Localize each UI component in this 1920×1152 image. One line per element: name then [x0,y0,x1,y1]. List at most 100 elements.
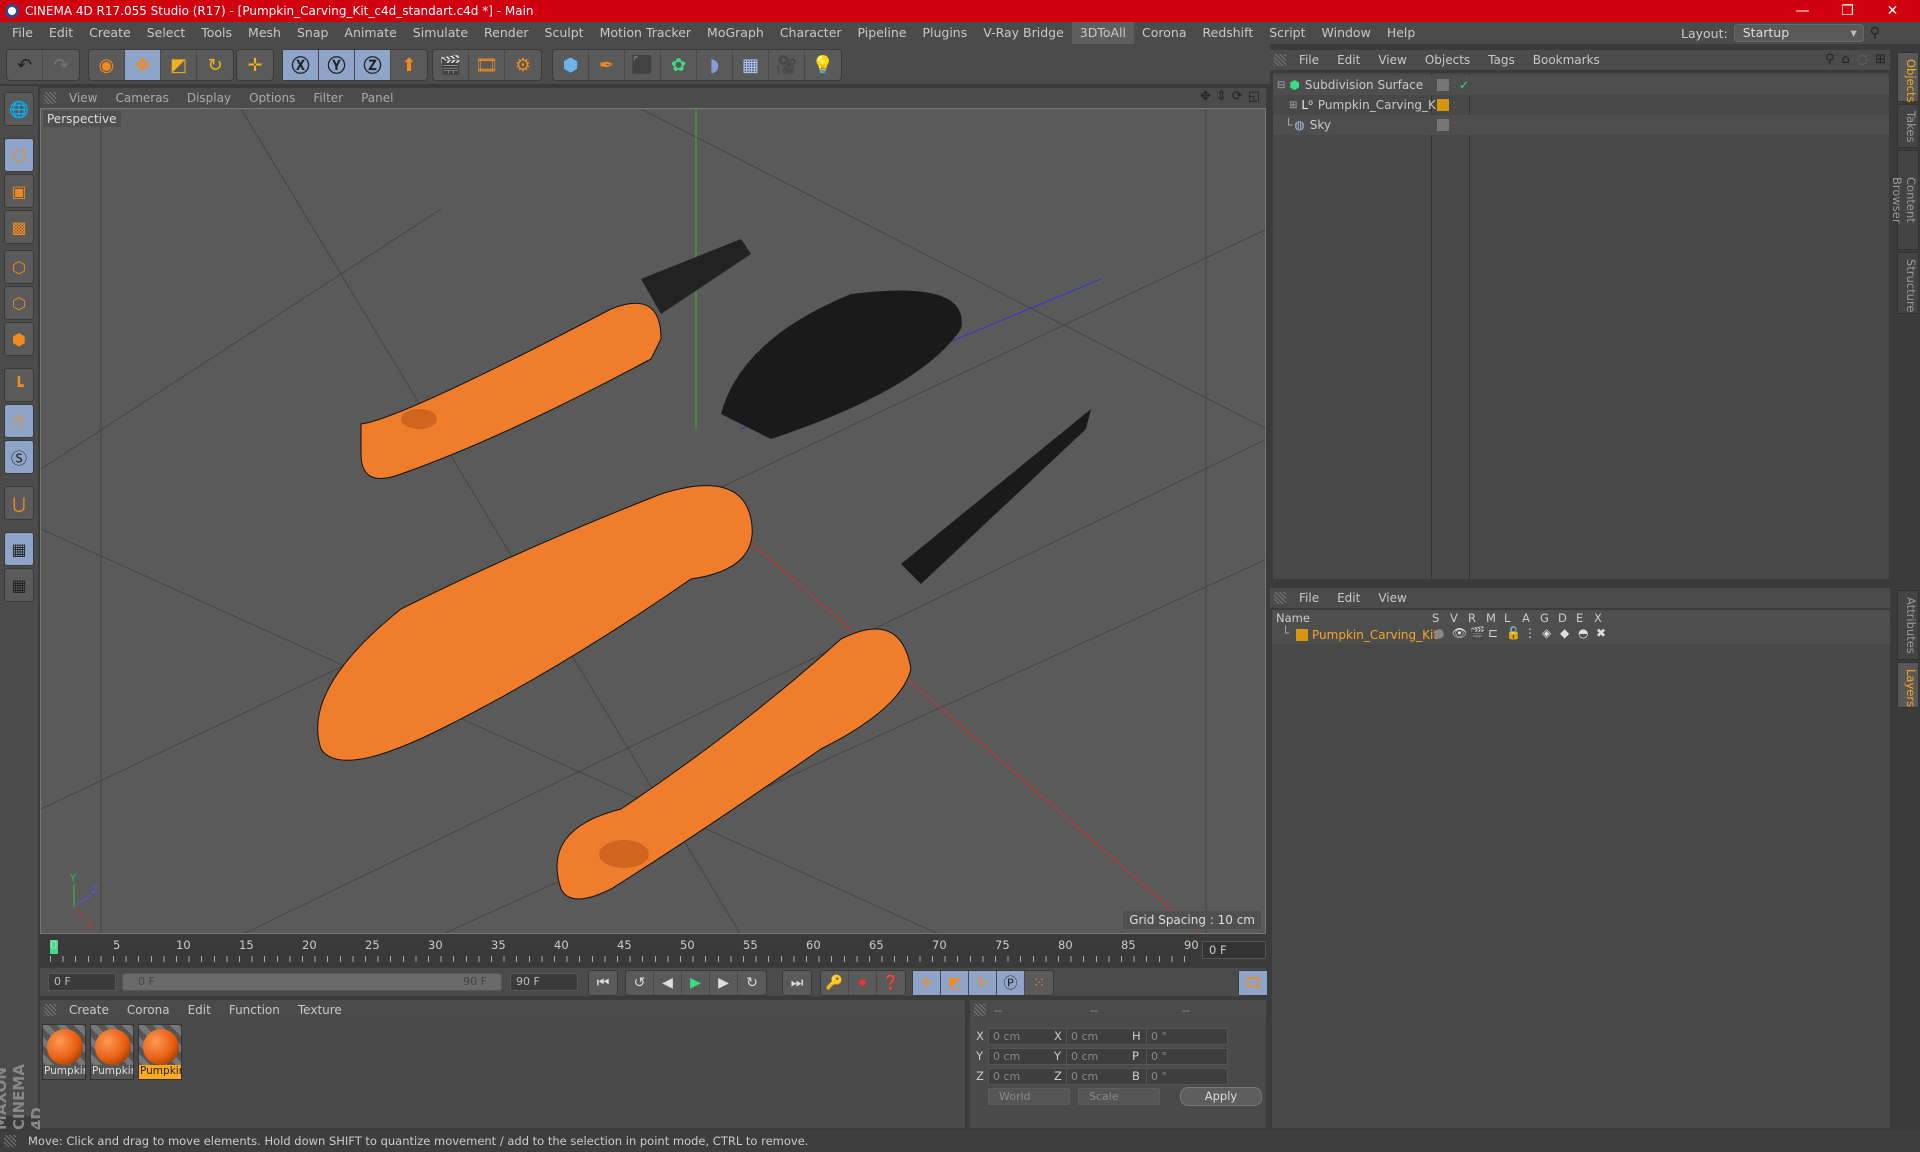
workplane-mode-icon[interactable]: ▩ [4,210,34,244]
render-view-icon[interactable]: 🎬 [433,50,469,80]
menu-redshift[interactable]: Redshift [1195,22,1262,44]
live-move-icon[interactable]: ✛ [237,50,273,80]
layer-menu-view[interactable]: View [1369,591,1415,605]
goto-prev-key-icon[interactable]: ↺ [626,971,654,995]
close-button[interactable]: ✕ [1870,0,1915,22]
layout-dropdown[interactable]: Startup [1733,24,1864,42]
manager-icon[interactable]: ⊏ [1488,626,1498,640]
step-forward-icon[interactable]: ▶ [710,971,738,995]
visibility-dots-icon[interactable]: ⁚ [1453,81,1456,90]
home-icon[interactable]: ⌂ [1841,52,1849,67]
panel-grip-icon[interactable] [1274,592,1286,604]
lock-icon[interactable]: 🔓 [1506,626,1521,640]
layer-column-s[interactable]: S [1432,611,1439,625]
menu-motion-tracker[interactable]: Motion Tracker [592,22,699,44]
layer-column-v[interactable]: V [1450,611,1458,625]
move-tool-icon[interactable]: ✥ [125,50,161,80]
visibility-dots-icon[interactable]: ⁚ [1453,101,1456,110]
menu-window[interactable]: Window [1314,22,1379,44]
menu-pipeline[interactable]: Pipeline [850,22,915,44]
pan-icon[interactable]: ✥ [1200,89,1211,104]
play-icon[interactable]: ▶ [682,971,710,995]
dolly-icon[interactable]: ⇕ [1216,89,1227,104]
menu-mesh[interactable]: Mesh [240,22,289,44]
render-icon[interactable]: 🎬 [1470,626,1485,640]
layer-menu-edit[interactable]: Edit [1328,591,1369,605]
material-menu-texture[interactable]: Texture [289,1003,351,1017]
camera-icon[interactable]: 🎥 [769,50,805,80]
layer-row[interactable]: └ Pumpkin_Carving_Kit ● 👁 🎬 ⊏ 🔓 ⋮ ◈ ◆ ◓ … [1272,626,1890,644]
layer-column-e[interactable]: E [1576,611,1583,625]
apply-button[interactable]: Apply [1180,1087,1262,1106]
viewport-menu-panel[interactable]: Panel [352,91,402,105]
key-position-icon[interactable]: ✛ [913,971,941,995]
model-mode-icon[interactable]: ⬡ [4,138,34,172]
search-icon[interactable]: ⚲ [1870,25,1880,41]
coord-system-icon[interactable]: ⬆ [391,50,427,80]
select-tool-icon[interactable]: ◉ [89,50,125,80]
render-picture-viewer-icon[interactable]: 🎞 [469,50,505,80]
material-menu-create[interactable]: Create [60,1003,118,1017]
eye-icon[interactable]: ◌ [1857,52,1868,67]
layer-column-l[interactable]: L [1504,611,1510,625]
key-scale-icon[interactable]: ◩ [941,971,969,995]
tab-objects[interactable]: Objects [1897,52,1919,102]
visible-icon[interactable]: 👁 [1452,626,1467,640]
layer-column-d[interactable]: D [1558,611,1567,625]
x-axis-lock-icon[interactable]: Ⓧ [283,50,319,80]
edges-mode-icon[interactable]: ⬡ [4,286,34,320]
object-row[interactable]: ⊟ ⬢ Subdivision Surface ⁚ ✓ [1273,75,1889,95]
object-menu-edit[interactable]: Edit [1328,53,1369,67]
object-row[interactable]: └ ◍ Sky ⁚ [1273,115,1889,135]
object-row[interactable]: ⊞ L⁰ Pumpkin_Carving_Kit ⁚ [1273,95,1889,115]
goto-next-key-icon[interactable]: ↻ [738,971,766,995]
light-icon[interactable]: 💡 [805,50,841,80]
object-menu-tags[interactable]: Tags [1479,53,1524,67]
menu-plugins[interactable]: Plugins [914,22,975,44]
planar-workplane-icon[interactable]: ▦ [4,568,34,602]
tweak-mode-icon[interactable]: 🖱 [4,404,34,438]
coord-space-dropdown[interactable]: World [988,1088,1070,1105]
tab-takes[interactable]: Takes [1897,104,1919,148]
solo-icon[interactable]: ● [1434,626,1444,640]
z-axis-lock-icon[interactable]: Ⓩ [355,50,391,80]
panel-grip-icon[interactable] [1274,54,1286,66]
visibility-dots-icon[interactable]: ⁚ [1453,121,1456,130]
layer-color-icon[interactable] [1437,99,1449,111]
object-menu-view[interactable]: View [1369,53,1415,67]
deformer-icon[interactable]: ◗ [697,50,733,80]
frame-range-slider[interactable]: 0 F 90 F [122,973,502,991]
goto-end-icon[interactable]: ⏭ [783,971,811,995]
menu-simulate[interactable]: Simulate [405,22,476,44]
undo-icon[interactable]: ↶ [7,50,43,80]
viewport-menu-filter[interactable]: Filter [304,91,352,105]
panel-grip-icon[interactable] [44,92,56,104]
menu-edit[interactable]: Edit [41,22,81,44]
step-back-icon[interactable]: ◀ [654,971,682,995]
layer-column-name[interactable]: Name [1276,611,1310,625]
panel-grip-icon[interactable] [44,1004,56,1016]
material-swatch[interactable]: Pumpkin [42,1024,86,1080]
layer-column-g[interactable]: G [1540,611,1549,625]
key-pla-icon[interactable]: ⁙ [1025,971,1053,995]
viewport-perspective[interactable]: Y Z X Perspective Grid Spacing : 10 cm [40,108,1266,934]
search-icon[interactable]: ⚲ [1825,52,1835,67]
layer-column-m[interactable]: M [1486,611,1496,625]
texture-mode-icon[interactable]: ▣ [4,174,34,208]
rotate-tool-icon[interactable]: ↻ [197,50,233,80]
pen-icon[interactable]: ✒ [589,50,625,80]
viewport-camera-label[interactable]: Perspective [43,111,121,127]
snap-solo-icon[interactable]: Ⓢ [4,440,34,474]
layer-swatch-icon[interactable] [1437,79,1449,91]
menu-script[interactable]: Script [1261,22,1313,44]
menu-3dtoall[interactable]: 3DToAll [1071,22,1135,44]
cloner-icon[interactable]: ✿ [661,50,697,80]
minimize-button[interactable]: — [1780,0,1825,22]
lock-workplane-icon[interactable]: ▦ [4,532,34,566]
menu-sculpt[interactable]: Sculpt [537,22,592,44]
floor-icon[interactable]: ▦ [733,50,769,80]
expand-icon[interactable]: ⊞ [1289,100,1297,111]
enabled-check-icon[interactable]: ✓ [1459,78,1469,92]
material-menu-corona[interactable]: Corona [118,1003,179,1017]
menu-tools[interactable]: Tools [193,22,240,44]
